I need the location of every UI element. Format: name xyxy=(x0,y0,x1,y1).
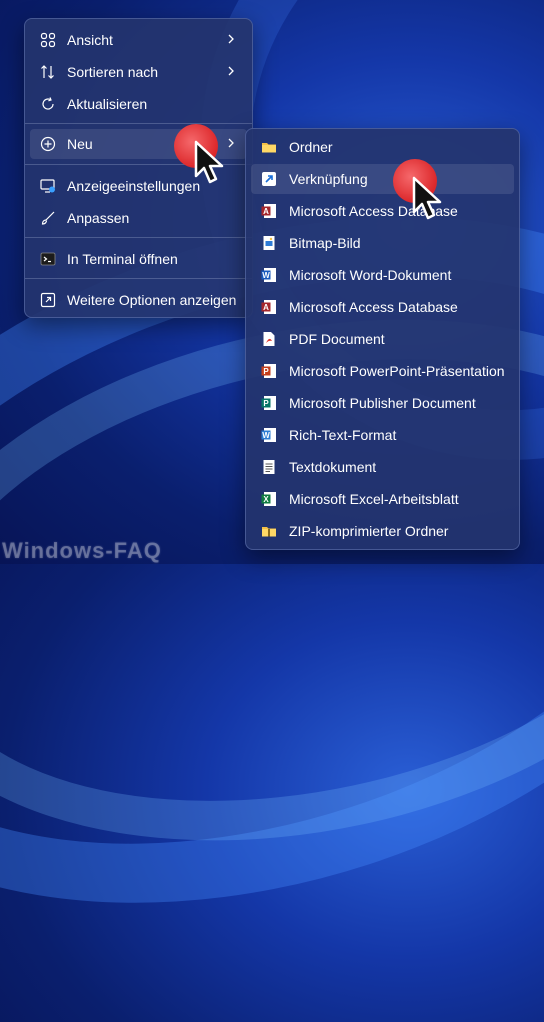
menu-item-label: Neu xyxy=(67,136,93,152)
access-icon: A xyxy=(261,203,277,219)
refresh-icon xyxy=(40,96,56,112)
submenu-item-folder[interactable]: Ordner xyxy=(251,132,514,162)
svg-text:P: P xyxy=(263,399,269,408)
menu-item-label: Anpassen xyxy=(67,210,130,226)
powerpoint-icon: P xyxy=(261,363,277,379)
submenu-item-access-database[interactable]: A Microsoft Access Database xyxy=(251,196,514,226)
submenu-item-label: Verknüpfung xyxy=(289,171,368,187)
display-settings-icon xyxy=(40,178,56,194)
menu-item-label: Sortieren nach xyxy=(67,64,159,80)
shortcut-icon xyxy=(261,171,277,187)
submenu-item-label: Microsoft Excel-Arbeitsblatt xyxy=(289,491,459,507)
submenu-item-label: Microsoft Word-Dokument xyxy=(289,267,452,283)
menu-item-label: Weitere Optionen anzeigen xyxy=(67,292,237,308)
pdf-icon xyxy=(261,331,277,347)
submenu-item-label: ZIP-komprimierter Ordner xyxy=(289,523,449,539)
menu-item-label: Aktualisieren xyxy=(67,96,148,112)
menu-separator xyxy=(25,278,252,279)
more-options-icon xyxy=(40,292,56,308)
menu-separator xyxy=(25,237,252,238)
mouse-cursor-icon xyxy=(194,140,224,184)
menu-item-personalize[interactable]: Anpassen xyxy=(30,203,247,233)
submenu-item-label: PDF Document xyxy=(289,331,385,347)
svg-text:W: W xyxy=(262,431,270,440)
submenu-item-rich-text[interactable]: W Rich-Text-Format xyxy=(251,420,514,450)
submenu-item-word-document[interactable]: W Microsoft Word-Dokument xyxy=(251,260,514,290)
submenu-item-label: Microsoft PowerPoint-Präsentation xyxy=(289,363,505,379)
menu-item-view[interactable]: Ansicht xyxy=(30,25,247,55)
submenu-item-publisher[interactable]: P Microsoft Publisher Document xyxy=(251,388,514,418)
menu-item-label: In Terminal öffnen xyxy=(67,251,178,267)
add-circle-icon xyxy=(40,136,56,152)
submenu-item-shortcut[interactable]: Verknüpfung xyxy=(251,164,514,194)
access-icon: A xyxy=(261,299,277,315)
svg-text:P: P xyxy=(263,367,269,376)
menu-item-sort-by[interactable]: Sortieren nach xyxy=(30,57,247,87)
menu-item-open-terminal[interactable]: In Terminal öffnen xyxy=(30,244,247,274)
grid-icon xyxy=(40,32,56,48)
submenu-item-label: Bitmap-Bild xyxy=(289,235,361,251)
watermark: Windows-FAQ xyxy=(2,538,162,563)
svg-text:A: A xyxy=(263,207,269,216)
menu-item-label: Ansicht xyxy=(67,32,113,48)
sort-icon xyxy=(40,64,56,80)
word-icon: W xyxy=(261,267,277,283)
submenu-item-label: Ordner xyxy=(289,139,333,155)
terminal-icon xyxy=(40,251,56,267)
submenu-item-bitmap[interactable]: Bitmap-Bild xyxy=(251,228,514,258)
new-submenu: Ordner Verknüpfung A Microsoft Access Da… xyxy=(245,128,520,550)
menu-separator xyxy=(25,123,252,124)
menu-item-refresh[interactable]: Aktualisieren xyxy=(30,89,247,119)
submenu-item-zip-folder[interactable]: ZIP-komprimierter Ordner xyxy=(251,516,514,546)
submenu-item-access-database-2[interactable]: A Microsoft Access Database xyxy=(251,292,514,322)
folder-icon xyxy=(261,139,277,155)
submenu-item-label: Microsoft Publisher Document xyxy=(289,395,476,411)
svg-text:A: A xyxy=(263,303,269,312)
wordpad-icon: W xyxy=(261,427,277,443)
publisher-icon: P xyxy=(261,395,277,411)
menu-item-more-options[interactable]: Weitere Optionen anzeigen xyxy=(30,285,247,315)
svg-text:W: W xyxy=(262,271,270,280)
zip-folder-icon xyxy=(261,523,277,539)
excel-icon: X xyxy=(261,491,277,507)
submenu-item-label: Textdokument xyxy=(289,459,377,475)
submenu-item-excel[interactable]: X Microsoft Excel-Arbeitsblatt xyxy=(251,484,514,514)
submenu-item-text-document[interactable]: Textdokument xyxy=(251,452,514,482)
submenu-item-powerpoint[interactable]: P Microsoft PowerPoint-Präsentation xyxy=(251,356,514,386)
submenu-item-pdf[interactable]: PDF Document xyxy=(251,324,514,354)
mouse-cursor-icon xyxy=(412,176,442,220)
menu-item-label: Anzeigeeinstellungen xyxy=(67,178,201,194)
submenu-item-label: Rich-Text-Format xyxy=(289,427,397,443)
chevron-right-icon xyxy=(228,66,234,76)
submenu-item-label: Microsoft Access Database xyxy=(289,299,458,315)
svg-text:X: X xyxy=(263,495,269,504)
brush-icon xyxy=(40,210,56,226)
chevron-right-icon xyxy=(228,34,234,44)
text-document-icon xyxy=(261,459,277,475)
bitmap-icon xyxy=(261,235,277,251)
